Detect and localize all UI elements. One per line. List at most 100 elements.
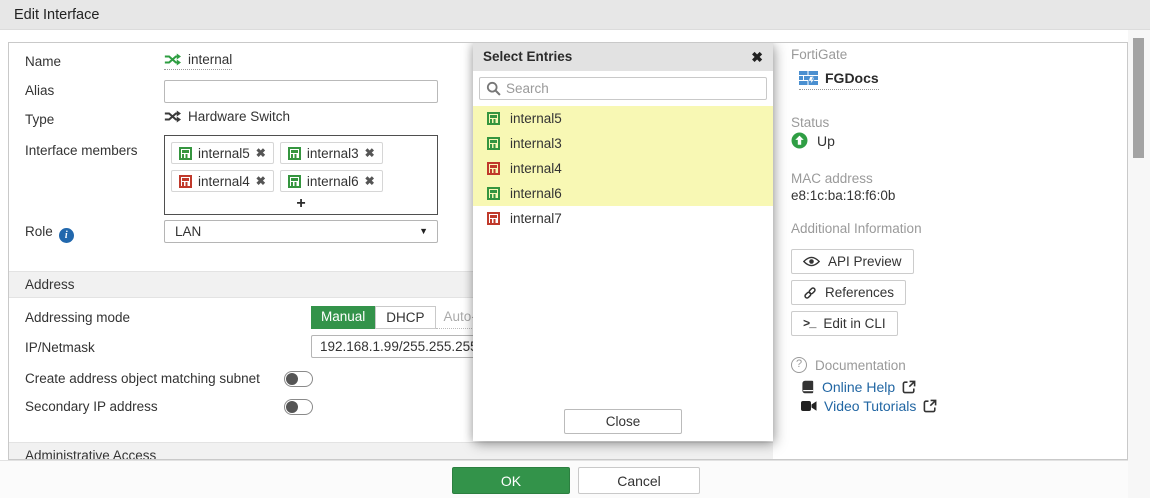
api-preview-button[interactable]: API Preview [791,249,914,274]
close-button[interactable]: Close [564,409,682,434]
edit-in-cli-button[interactable]: >_ Edit in CLI [791,311,898,336]
chevron-down-icon: ▼ [419,221,428,242]
create-address-object-toggle[interactable] [284,371,313,387]
eye-icon [803,256,820,267]
api-preview-label: API Preview [828,254,902,269]
external-link-icon [923,399,937,413]
port-icon [487,112,500,125]
entry-label: internal3 [510,136,562,151]
remove-member-icon[interactable]: ✖ [365,146,375,160]
list-item[interactable]: internal6 [473,181,773,206]
entry-label: internal6 [510,186,562,201]
list-item[interactable]: internal4 [473,156,773,181]
secondary-ip-toggle[interactable] [284,399,313,415]
list-item[interactable]: internal7 [473,206,773,231]
documentation-header: ? Documentation [791,357,1128,373]
references-label: References [825,285,894,300]
list-item[interactable]: internal5 [473,106,773,131]
alias-input[interactable] [164,80,438,103]
member-tag-label: internal5 [198,146,250,161]
create-address-object-label: Create address object matching subnet [25,371,260,386]
port-icon [179,175,192,188]
info-side-panel: FortiGate FGDocs Status Up MAC address e… [773,43,1128,460]
hardware-switch-icon [164,53,181,66]
member-tag[interactable]: internal6 ✖ [280,170,383,192]
entry-label: internal5 [510,111,562,126]
online-help-row: Online Help [801,379,1128,395]
role-label: Rolei [25,224,74,243]
status-value-row: Up [791,132,1128,149]
video-tutorials-row: Video Tutorials [801,398,1128,414]
member-tag-label: internal4 [198,174,250,189]
role-label-text: Role [25,224,53,239]
fortigate-device-icon [799,71,818,86]
port-icon [179,147,192,160]
search-box [479,77,767,100]
port-icon [487,162,500,175]
edit-in-cli-label: Edit in CLI [823,316,885,331]
online-help-link[interactable]: Online Help [822,379,895,395]
fortigate-label: FortiGate [791,47,1128,62]
page-title: Edit Interface [14,7,99,23]
role-selected-value: LAN [175,224,201,239]
admin-access-section-header: Administrative Access [9,442,773,460]
name-value: internal [164,52,232,70]
window-titlebar: Edit Interface [0,0,1150,30]
ok-button[interactable]: OK [452,467,570,494]
addressing-mode-dhcp[interactable]: DHCP [375,306,435,329]
port-icon [288,175,301,188]
interface-members-box[interactable]: internal5 ✖ internal3 ✖ internal4 ✖ inte… [164,135,438,215]
scrollbar-thumb[interactable] [1133,38,1144,158]
search-input[interactable] [479,77,767,100]
add-member-button[interactable]: + [171,195,431,213]
terminal-icon: >_ [803,317,815,331]
port-icon [487,137,500,150]
interface-name-text: internal [188,52,232,67]
close-icon[interactable]: ✖ [751,43,763,71]
interface-members-label: Interface members [25,143,138,158]
secondary-ip-label: Secondary IP address [25,399,158,414]
search-icon [486,81,501,96]
popup-footer: Close [473,401,773,441]
member-tag[interactable]: internal3 ✖ [280,142,383,164]
name-label: Name [25,54,61,69]
status-up-icon [791,132,808,149]
type-label: Type [25,112,54,127]
documentation-label: Documentation [815,358,906,373]
remove-member-icon[interactable]: ✖ [256,146,266,160]
status-value: Up [817,133,835,149]
entry-label: internal7 [510,211,562,226]
dialog-footer: OK Cancel [0,460,1150,498]
video-tutorials-link[interactable]: Video Tutorials [824,398,916,414]
member-tag-label: internal3 [307,146,359,161]
member-tags: internal5 ✖ internal3 ✖ internal4 ✖ inte… [171,142,431,192]
cancel-button[interactable]: Cancel [578,467,700,494]
role-dropdown[interactable]: LAN ▼ [164,220,438,243]
question-icon: ? [791,357,807,373]
type-value: Hardware Switch [164,109,290,124]
device-link[interactable]: FGDocs [799,70,879,90]
mac-address-label: MAC address [791,171,1128,186]
port-icon [487,187,500,200]
scrollbar-track[interactable] [1128,30,1150,498]
book-icon [801,380,815,394]
info-icon[interactable]: i [59,228,74,243]
member-tag[interactable]: internal4 ✖ [171,170,274,192]
device-name: FGDocs [825,70,879,86]
hardware-switch-icon [164,110,181,123]
admin-access-section-title: Administrative Access [25,448,156,460]
references-button[interactable]: References [791,280,906,305]
port-icon [487,212,500,225]
addressing-mode-manual[interactable]: Manual [311,306,375,329]
remove-member-icon[interactable]: ✖ [256,174,266,188]
link-icon [803,286,817,300]
port-icon [288,147,301,160]
list-item[interactable]: internal3 [473,131,773,156]
member-tag-label: internal6 [307,174,359,189]
remove-member-icon[interactable]: ✖ [365,174,375,188]
member-tag[interactable]: internal5 ✖ [171,142,274,164]
select-entries-header: Select Entries ✖ [473,43,773,71]
external-link-icon [902,380,916,394]
ip-netmask-label: IP/Netmask [25,340,95,355]
edit-interface-dialog: Name internal Alias Type Hardware Switch… [8,42,1128,460]
